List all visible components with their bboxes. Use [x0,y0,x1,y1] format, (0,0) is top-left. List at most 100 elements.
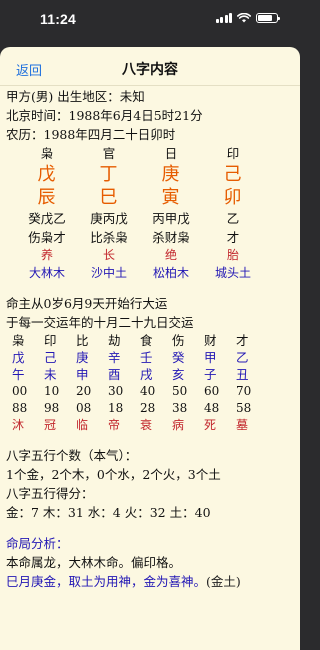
luck-year: 28 [140,401,156,415]
hidden-stems-row: 癸戊乙 庚丙戊 丙甲戊 乙 [6,209,296,228]
luck-god: 印 [44,333,57,348]
luck-god: 比 [76,333,89,348]
element-counts: 1个金，2个木，0个水，2个火，3个土 [6,467,221,482]
nayin: 沙中土 [90,266,127,280]
lunar-date: 农历：1988年四月二十日卯时 [6,127,176,142]
pillar-god: 日 [164,146,178,161]
luck-stem: 己 [44,350,57,365]
hidden-gods: 才 [226,230,240,245]
hidden-stems: 乙 [226,211,240,226]
four-pillars-grid: 枭 官 日 印 戊 丁 庚 己 辰 巳 寅 卯 癸戊乙 庚丙戊 丙甲戊 乙 伤枭… [6,145,296,282]
luck-stems-row: 戊 己 庚 辛 壬 癸 甲 乙 [8,349,296,366]
earthly-branch: 寅 [161,187,181,208]
life-stage: 长 [102,248,115,262]
luck-stem: 壬 [140,350,153,365]
luck-stage: 墓 [236,418,249,432]
luck-year: 18 [108,401,124,415]
luck-stage: 帝 [108,418,121,432]
luck-years-row: 88 98 08 18 28 38 48 58 [8,400,296,417]
nayin: 大林木 [28,266,65,280]
element-scores: 金：7 木：31 水：4 火：32 土：40 [6,505,211,520]
luck-stages-row: 沐 冠 临 帝 衰 病 死 墓 [8,417,296,434]
luck-age: 20 [76,384,92,398]
luck-year: 48 [204,401,220,415]
luck-stem: 戊 [12,350,25,365]
luck-age: 00 [12,384,28,398]
luck-stem: 辛 [108,350,121,365]
life-stage: 胎 [226,248,239,262]
luck-age: 60 [204,384,220,398]
luck-age: 70 [236,384,252,398]
luck-stage: 沐 [12,418,25,432]
status-bar: 11:24 [0,0,300,40]
earthly-branches-row: 辰 巳 寅 卯 [6,186,296,209]
luck-god: 枭 [12,333,25,348]
hidden-gods-row: 伤枭才 比杀枭 杀财枭 才 [6,228,296,247]
analysis-line1: 本命属龙，大林木命。偏印格。 [6,555,182,570]
element-score-title: 八字五行得分： [6,486,94,501]
earthly-branch: 卯 [223,187,243,208]
luck-stage: 衰 [140,418,153,432]
luck-start-text: 命主从0岁6月9天开始行大运 [6,296,168,311]
cellular-signal-icon [215,13,232,23]
nayin: 城头土 [214,266,251,280]
luck-cycles-grid: 枭 印 比 劫 食 伤 财 才 戊 己 庚 辛 壬 癸 甲 乙 午 未 申 酉 … [6,332,296,434]
hidden-gods: 伤枭才 [28,230,66,245]
hidden-stems: 丙甲戊 [152,211,190,226]
luck-branch: 申 [76,367,89,382]
heavenly-stem: 庚 [161,164,181,185]
earthly-branch: 辰 [37,187,57,208]
luck-branch: 戌 [140,367,153,382]
luck-age: 30 [108,384,124,398]
luck-branches-row: 午 未 申 酉 戌 亥 子 丑 [8,366,296,383]
status-icons [215,13,280,23]
luck-branch: 未 [44,367,57,382]
pillar-god: 枭 [40,146,54,161]
pillar-gods-row: 枭 官 日 印 [6,145,296,163]
nayin: 松柏木 [152,266,189,280]
nav-bar: 返回 八字内容 [0,47,300,86]
luck-year: 08 [76,401,92,415]
hidden-stems: 庚丙戊 [90,211,128,226]
luck-stage: 死 [204,418,217,432]
bazi-content: 甲方(男) 出生地区：未知 北京时间：1988年6月4日5时21分 农历：198… [6,87,296,591]
luck-god: 才 [236,333,249,348]
analysis-line2: 巳月庚金，取土为用神，金为喜神。(金土) [6,572,296,591]
element-count-title: 八字五行个数（本气）： [6,448,138,463]
modal-sheet: 返回 八字内容 甲方(男) 出生地区：未知 北京时间：1988年6月4日5时21… [0,47,300,650]
luck-branch: 午 [12,367,25,382]
luck-stem: 甲 [204,350,217,365]
life-stage: 绝 [164,248,177,262]
luck-stage: 病 [172,418,185,432]
luck-stem: 乙 [236,350,249,365]
person-info: 甲方(男) 出生地区：未知 [6,89,145,104]
luck-god: 劫 [108,333,121,348]
heavenly-stems-row: 戊 丁 庚 己 [6,163,296,186]
luck-god: 财 [204,333,217,348]
luck-stage: 冠 [44,418,57,432]
wifi-icon [237,13,251,23]
luck-age: 50 [172,384,188,398]
luck-stem: 癸 [172,350,185,365]
luck-god: 伤 [172,333,185,348]
life-stage: 养 [40,248,53,262]
luck-stage: 临 [76,418,89,432]
status-time: 11:24 [40,11,77,27]
luck-branch: 亥 [172,367,185,382]
luck-branch: 丑 [236,367,249,382]
hidden-gods: 杀财枭 [152,230,190,245]
luck-change-text: 于每一交运年的十月二十九日交运 [6,315,194,330]
battery-icon [256,13,280,23]
luck-ages-row: 00 10 20 30 40 50 60 70 [8,383,296,400]
heavenly-stem: 丁 [99,164,119,185]
pillar-god: 印 [226,146,240,161]
luck-year: 98 [44,401,60,415]
hidden-stems: 癸戊乙 [28,211,66,226]
luck-branch: 酉 [108,367,121,382]
luck-year: 38 [172,401,188,415]
luck-age: 40 [140,384,156,398]
heavenly-stem: 戊 [37,164,57,185]
luck-gods-row: 枭 印 比 劫 食 伤 财 才 [8,332,296,349]
analysis-title: 命局分析： [6,536,69,551]
luck-branch: 子 [204,367,217,382]
